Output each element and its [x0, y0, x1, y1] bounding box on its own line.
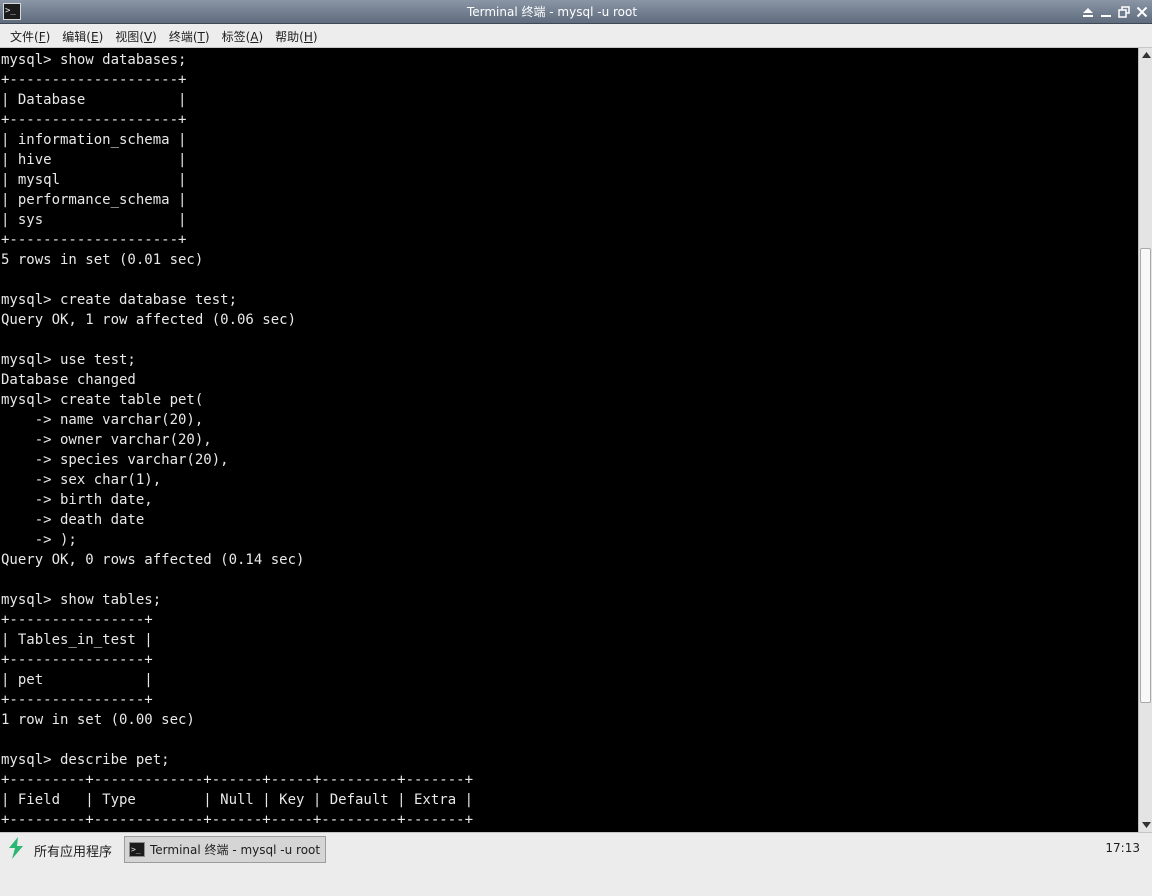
scroll-up-icon[interactable]: [1140, 48, 1152, 62]
window-title: Terminal 终端 - mysql -u root: [466, 5, 638, 19]
terminal-output[interactable]: mysql> show databases; +----------------…: [0, 48, 1138, 832]
minimize-icon[interactable]: [1100, 5, 1112, 19]
menu-bar: 文件(F) 编辑(E) 视图(V) 终端(T) 标签(A) 帮助(H): [0, 24, 1152, 48]
menu-edit[interactable]: 编辑(E): [56, 25, 109, 47]
window-titlebar[interactable]: >_ Terminal 终端 - mysql -u root: [0, 0, 1152, 24]
menu-help[interactable]: 帮助(H): [269, 25, 323, 47]
taskbar-terminal-button[interactable]: >_ Terminal 终端 - mysql -u root: [124, 836, 326, 863]
window-controls: [1082, 0, 1148, 24]
menu-view[interactable]: 视图(V): [109, 25, 163, 47]
scrollbar-thumb[interactable]: [1140, 248, 1151, 703]
maximize-icon[interactable]: [1118, 5, 1130, 19]
menu-tabs[interactable]: 标签(A): [216, 25, 270, 47]
close-icon[interactable]: [1136, 5, 1148, 19]
terminal-icon: >_: [129, 842, 145, 857]
menu-terminal[interactable]: 终端(T): [163, 25, 216, 47]
menu-file[interactable]: 文件(F): [4, 25, 56, 47]
shade-icon[interactable]: [1082, 5, 1094, 19]
clock[interactable]: 17:13: [1105, 841, 1140, 855]
screen: >_ Terminal 终端 - mysql -u root 文件(F) 编辑(…: [0, 0, 1152, 896]
scroll-down-icon[interactable]: [1140, 818, 1152, 832]
app-menu-label: 所有应用程序: [34, 844, 113, 860]
taskbar: 所有应用程序 >_ Terminal 终端 - mysql -u root 17…: [0, 832, 1152, 896]
taskbar-terminal-label: Terminal 终端 - mysql -u root: [150, 843, 321, 857]
terminal-text[interactable]: mysql> show databases; +----------------…: [0, 48, 1138, 830]
app-menu-icon: [6, 836, 26, 864]
vertical-scrollbar[interactable]: [1138, 48, 1152, 832]
app-menu-button[interactable]: 所有应用程序: [6, 837, 112, 863]
